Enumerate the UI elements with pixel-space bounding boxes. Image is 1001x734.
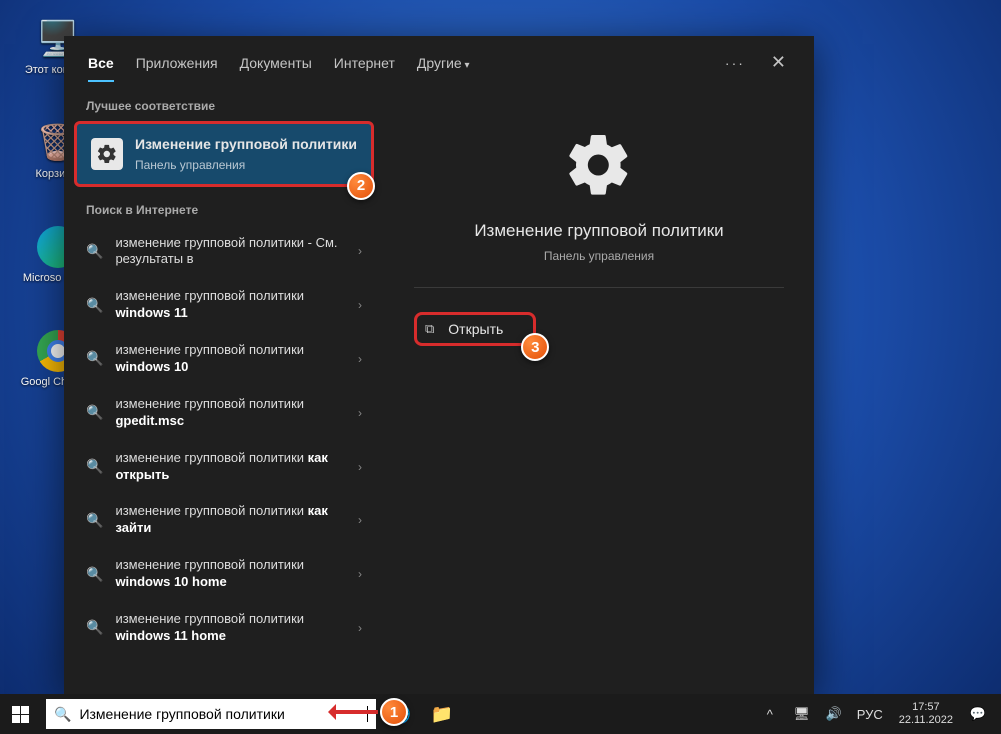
tray-time: 17:57 [899,701,953,714]
tray-date: 22.11.2022 [899,714,953,727]
search-icon: 🔍 [86,350,103,367]
windows-icon [12,706,29,723]
tab-documents[interactable]: Документы [240,55,312,71]
web-result[interactable]: 🔍 изменение групповой политики gpedit.ms… [64,386,384,440]
details-title: Изменение групповой политики [474,221,723,241]
search-tabs: Все Приложения Документы Интернет Другие… [64,36,814,89]
tab-internet[interactable]: Интернет [334,55,395,71]
search-icon: 🔍 [54,706,71,723]
web-result-text: изменение групповой политики как открыть [115,450,346,484]
tray-language[interactable]: РУС [853,707,887,722]
annotation-1: 1 [380,698,408,726]
search-icon: 🔍 [86,566,103,583]
web-result[interactable]: 🔍 изменение групповой политики как зайти… [64,493,384,547]
tray-clock[interactable]: 17:57 22.11.2022 [893,701,959,726]
web-result[interactable]: 🔍 изменение групповой политики windows 1… [64,547,384,601]
tab-underline [88,80,114,82]
chevron-right-icon: › [358,621,362,635]
web-result-text: изменение групповой политики windows 11 … [115,611,346,645]
web-result-text: изменение групповой политики как зайти [115,503,346,537]
tray-display-icon[interactable]: 🖥 [789,706,815,722]
chevron-right-icon: › [358,567,362,581]
open-icon: ⧉ [425,321,434,337]
close-icon[interactable]: ✕ [767,52,790,73]
taskbar: 🔍 Изменение групповой политики 🌐 📁 ^ 🖥 🔊… [0,694,1001,734]
best-match-result[interactable]: Изменение групповой политики Панель упра… [74,121,374,187]
search-icon: 🔍 [86,619,103,636]
search-input[interactable]: Изменение групповой политики [79,706,359,722]
tab-more[interactable]: Другие [417,55,470,71]
web-result[interactable]: 🔍 изменение групповой политики как откры… [64,440,384,494]
section-best-match: Лучшее соответствие [64,89,384,121]
search-icon: 🔍 [86,458,103,475]
results-column: Лучшее соответствие Изменение групповой … [64,89,384,695]
annotation-2: 2 [347,172,375,200]
gear-icon [91,138,123,170]
gear-icon [563,129,635,201]
chevron-right-icon: › [358,298,362,312]
open-button[interactable]: ⧉ Открыть 3 [414,312,536,346]
open-label: Открыть [448,321,503,337]
tab-all[interactable]: Все [88,55,114,71]
chevron-right-icon: › [358,352,362,366]
web-result[interactable]: 🔍 изменение групповой политики windows 1… [64,601,384,655]
details-subtitle: Панель управления [544,249,654,263]
tray-chevron-icon[interactable]: ^ [757,707,783,722]
web-result[interactable]: 🔍 изменение групповой политики windows 1… [64,332,384,386]
chevron-right-icon: › [358,406,362,420]
section-web-search: Поиск в Интернете [64,193,384,225]
annotation-arrow [332,710,378,714]
search-icon: 🔍 [86,512,103,529]
details-pane: Изменение групповой политики Панель упра… [384,89,814,695]
web-result[interactable]: 🔍 изменение групповой политики windows 1… [64,278,384,332]
search-icon: 🔍 [86,243,103,260]
tray-volume-icon[interactable]: 🔊 [821,706,847,722]
best-match-title: Изменение групповой политики [135,136,357,154]
taskbar-pinned-explorer[interactable]: 📁 [424,694,460,734]
web-result-text: изменение групповой политики windows 11 [115,288,346,322]
chevron-right-icon: › [358,513,362,527]
divider [414,287,784,288]
search-icon: 🔍 [86,297,103,314]
annotation-3: 3 [521,333,549,361]
options-icon[interactable]: ··· [725,55,745,71]
best-match-subtitle: Панель управления [135,158,357,172]
chevron-right-icon: › [358,460,362,474]
tab-apps[interactable]: Приложения [136,55,218,71]
web-result-text: изменение групповой политики - См. резул… [115,235,346,269]
start-button[interactable] [0,694,40,734]
web-result[interactable]: 🔍 изменение групповой политики - См. рез… [64,225,384,279]
web-result-text: изменение групповой политики windows 10 [115,342,346,376]
search-body: Лучшее соответствие Изменение групповой … [64,89,814,695]
tray-notifications-icon[interactable]: 💬 [965,706,991,722]
search-icon: 🔍 [86,404,103,421]
chevron-right-icon: › [358,244,362,258]
search-panel: Все Приложения Документы Интернет Другие… [64,36,814,694]
web-result-text: изменение групповой политики gpedit.msc [115,396,346,430]
web-result-text: изменение групповой политики windows 10 … [115,557,346,591]
